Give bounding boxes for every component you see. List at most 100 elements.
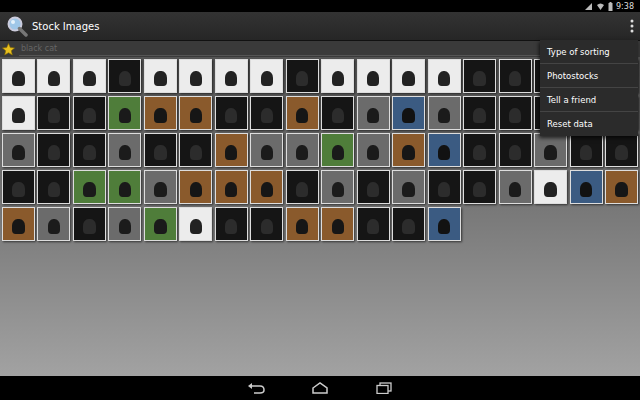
thumbnail[interactable] <box>321 207 354 241</box>
menu-item[interactable]: Reset data <box>540 112 638 136</box>
thumbnail[interactable] <box>463 59 496 93</box>
thumbnail[interactable] <box>2 59 35 93</box>
thumbnail[interactable] <box>357 207 390 241</box>
thumbnail[interactable] <box>215 59 248 93</box>
cat-shape <box>154 219 166 233</box>
thumbnail[interactable] <box>570 133 603 167</box>
thumbnail[interactable] <box>534 170 567 204</box>
thumbnail[interactable] <box>286 207 319 241</box>
thumbnail[interactable] <box>428 96 461 130</box>
thumbnail[interactable] <box>144 133 177 167</box>
thumbnail[interactable] <box>37 170 70 204</box>
thumbnail[interactable] <box>357 59 390 93</box>
thumbnail[interactable] <box>108 59 141 93</box>
thumbnail[interactable] <box>250 133 283 167</box>
thumbnail[interactable] <box>321 133 354 167</box>
thumbnail[interactable] <box>215 96 248 130</box>
thumbnail[interactable] <box>286 59 319 93</box>
thumbnail[interactable] <box>392 170 425 204</box>
thumbnail[interactable] <box>321 59 354 93</box>
thumbnail[interactable] <box>108 133 141 167</box>
thumbnail[interactable] <box>144 59 177 93</box>
thumbnail[interactable] <box>108 170 141 204</box>
thumbnail[interactable] <box>179 133 212 167</box>
thumbnail[interactable] <box>2 207 35 241</box>
favorite-star-icon[interactable] <box>2 43 15 56</box>
cat-shape <box>225 108 237 122</box>
thumbnail[interactable] <box>2 170 35 204</box>
thumbnail[interactable] <box>392 96 425 130</box>
thumbnail[interactable] <box>179 96 212 130</box>
menu-item[interactable]: Type of sorting <box>540 40 638 64</box>
overflow-menu-icon[interactable] <box>628 18 636 34</box>
thumbnail[interactable] <box>463 170 496 204</box>
cat-shape <box>190 145 202 159</box>
thumbnail[interactable] <box>250 170 283 204</box>
overflow-menu: Type of sortingPhotostocksTell a friendR… <box>540 40 638 136</box>
thumbnail[interactable] <box>605 133 638 167</box>
thumbnail[interactable] <box>73 59 106 93</box>
thumbnail[interactable] <box>108 207 141 241</box>
thumbnail[interactable] <box>499 59 532 93</box>
thumbnail[interactable] <box>534 133 567 167</box>
thumbnail[interactable] <box>2 133 35 167</box>
cat-shape <box>580 182 592 196</box>
thumbnail[interactable] <box>37 207 70 241</box>
search-icon[interactable] <box>6 15 28 37</box>
thumbnail[interactable] <box>179 170 212 204</box>
thumbnail[interactable] <box>179 207 212 241</box>
thumbnail[interactable] <box>286 133 319 167</box>
thumbnail[interactable] <box>144 170 177 204</box>
thumbnail[interactable] <box>286 170 319 204</box>
action-bar: Stock Images <box>0 12 640 41</box>
thumbnail[interactable] <box>428 133 461 167</box>
thumbnail[interactable] <box>321 170 354 204</box>
thumbnail[interactable] <box>428 59 461 93</box>
thumbnail[interactable] <box>392 207 425 241</box>
cat-shape <box>438 219 450 233</box>
cat-shape <box>261 182 273 196</box>
thumbnail[interactable] <box>499 133 532 167</box>
home-icon[interactable] <box>311 382 329 394</box>
thumbnail[interactable] <box>179 59 212 93</box>
thumbnail[interactable] <box>357 170 390 204</box>
thumbnail[interactable] <box>250 59 283 93</box>
cat-shape <box>154 145 166 159</box>
menu-item[interactable]: Photostocks <box>540 64 638 88</box>
thumbnail[interactable] <box>73 207 106 241</box>
thumbnail[interactable] <box>428 170 461 204</box>
thumbnail[interactable] <box>215 170 248 204</box>
thumbnail[interactable] <box>2 96 35 130</box>
thumbnail[interactable] <box>73 133 106 167</box>
thumbnail[interactable] <box>73 96 106 130</box>
thumbnail[interactable] <box>463 133 496 167</box>
back-icon[interactable] <box>247 382 265 394</box>
thumbnail[interactable] <box>463 96 496 130</box>
thumbnail[interactable] <box>392 133 425 167</box>
thumbnail[interactable] <box>250 207 283 241</box>
thumbnail[interactable] <box>570 170 603 204</box>
thumbnail[interactable] <box>215 133 248 167</box>
thumbnail[interactable] <box>108 96 141 130</box>
thumbnail[interactable] <box>499 96 532 130</box>
thumbnail[interactable] <box>357 133 390 167</box>
recent-apps-icon[interactable] <box>375 382 393 394</box>
menu-item[interactable]: Tell a friend <box>540 88 638 112</box>
thumbnail[interactable] <box>605 170 638 204</box>
thumbnail[interactable] <box>499 170 532 204</box>
thumbnail[interactable] <box>357 96 390 130</box>
thumbnail[interactable] <box>144 207 177 241</box>
thumbnail[interactable] <box>73 170 106 204</box>
thumbnail[interactable] <box>215 207 248 241</box>
thumbnail[interactable] <box>37 96 70 130</box>
thumbnail[interactable] <box>392 59 425 93</box>
thumbnail[interactable] <box>37 133 70 167</box>
thumbnail[interactable] <box>144 96 177 130</box>
cat-shape <box>615 145 627 159</box>
thumbnail[interactable] <box>286 96 319 130</box>
thumbnail[interactable] <box>428 207 461 241</box>
thumbnail[interactable] <box>250 96 283 130</box>
thumbnail[interactable] <box>321 96 354 130</box>
cat-shape <box>83 71 95 85</box>
thumbnail[interactable] <box>37 59 70 93</box>
